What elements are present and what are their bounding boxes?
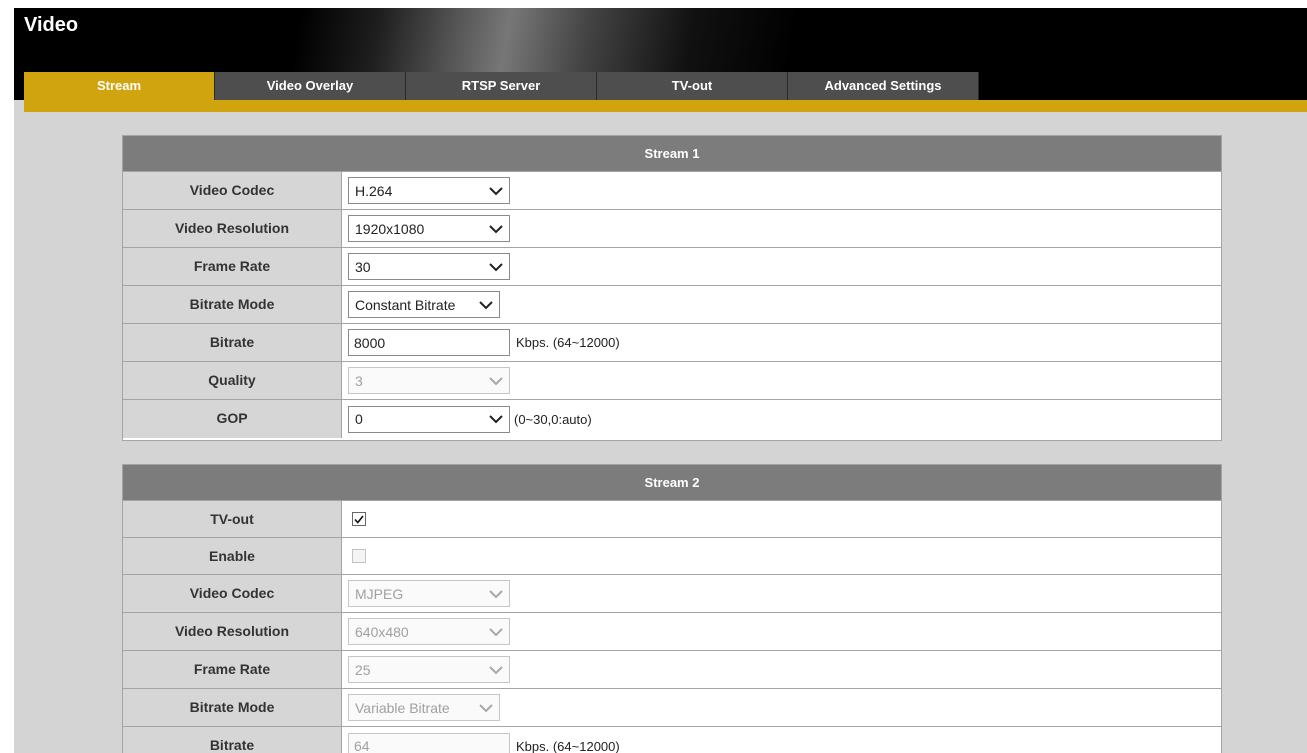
stream2-frame-rate-value: 25 (355, 661, 371, 678)
stream1-video-resolution-select[interactable]: 1920x1080 (348, 215, 510, 242)
stream1-frame-rate-select[interactable]: 30 (348, 253, 510, 280)
stream1-bitrate-row: Bitrate Kbps. (64~12000) (123, 324, 1221, 362)
stream2-frame-rate-select: 25 (348, 656, 510, 683)
chevron-down-icon (479, 703, 493, 712)
stream2-video-codec-value: MJPEG (355, 585, 404, 602)
stream2-enable-row: Enable (123, 538, 1221, 575)
stream2-video-codec-select: MJPEG (348, 580, 510, 607)
stream1-bitrate-input[interactable] (348, 329, 510, 356)
stream2-bitrate-input (348, 732, 510, 753)
tab-rtsp-server[interactable]: RTSP Server (406, 72, 597, 100)
stream1-video-resolution-value: 1920x1080 (355, 220, 425, 237)
stream1-frame-rate-row: Frame Rate 30 (123, 248, 1221, 286)
stream2-title: Stream 2 (123, 465, 1221, 501)
stream1-quality-label: Quality (123, 362, 342, 399)
stream2-bitrate-row: Bitrate Kbps. (64~12000) (123, 727, 1221, 753)
stream1-bitrate-mode-value: Constant Bitrate (355, 296, 456, 313)
stream2-panel: Stream 2 TV-out Enable Video Codec MJPEG (122, 464, 1222, 753)
stream1-quality-row: Quality 3 (123, 362, 1221, 400)
tab-bar: Stream Video Overlay RTSP Server TV-out … (24, 72, 979, 100)
checkmark-icon (354, 515, 364, 524)
stream1-video-resolution-label: Video Resolution (123, 210, 342, 247)
stream2-tv-out-label: TV-out (123, 501, 342, 537)
stream1-quality-value: 3 (355, 372, 363, 389)
stream1-frame-rate-label: Frame Rate (123, 248, 342, 285)
tab-tv-out[interactable]: TV-out (597, 72, 788, 100)
stream2-video-resolution-value: 640x480 (355, 623, 409, 640)
stream2-frame-rate-label: Frame Rate (123, 651, 342, 688)
stream2-video-codec-row: Video Codec MJPEG (123, 575, 1221, 613)
stream1-bitrate-mode-select[interactable]: Constant Bitrate (348, 291, 500, 318)
stream1-quality-select: 3 (348, 367, 510, 394)
chevron-down-icon (489, 627, 503, 636)
stream1-video-resolution-row: Video Resolution 1920x1080 (123, 210, 1221, 248)
tab-video-overlay[interactable]: Video Overlay (215, 72, 406, 100)
stream2-enable-checkbox (352, 549, 366, 563)
stream1-bitrate-hint: Kbps. (64~12000) (516, 335, 620, 350)
stream1-bitrate-mode-label: Bitrate Mode (123, 286, 342, 323)
chevron-down-icon (489, 415, 503, 424)
chevron-down-icon (489, 376, 503, 385)
stream1-bitrate-mode-row: Bitrate Mode Constant Bitrate (123, 286, 1221, 324)
tab-stream[interactable]: Stream (24, 72, 215, 100)
chevron-down-icon (489, 262, 503, 271)
chevron-down-icon (489, 224, 503, 233)
stream2-bitrate-mode-label: Bitrate Mode (123, 689, 342, 726)
stream1-video-codec-label: Video Codec (123, 172, 342, 209)
tab-advanced-settings[interactable]: Advanced Settings (788, 72, 979, 100)
page-title: Video (24, 14, 79, 36)
chevron-down-icon (489, 589, 503, 598)
tab-underline (24, 100, 1307, 112)
stream2-frame-rate-row: Frame Rate 25 (123, 651, 1221, 689)
stream2-tv-out-row: TV-out (123, 501, 1221, 538)
stream1-panel: Stream 1 Video Codec H.264 Video Resolut… (122, 135, 1222, 441)
stream1-gop-label: GOP (123, 400, 342, 438)
stream2-bitrate-mode-select: Variable Bitrate (348, 694, 500, 721)
stream1-gop-row: GOP 0 (0~30,0:auto) (123, 400, 1221, 438)
stream2-enable-label: Enable (123, 538, 342, 574)
stream2-video-resolution-select: 640x480 (348, 618, 510, 645)
stream1-gop-value: 0 (355, 411, 363, 427)
stream2-bitrate-label: Bitrate (123, 727, 342, 753)
stream2-bitrate-mode-value: Variable Bitrate (355, 699, 450, 716)
chevron-down-icon (489, 186, 503, 195)
stream1-video-codec-row: Video Codec H.264 (123, 172, 1221, 210)
stream2-video-resolution-row: Video Resolution 640x480 (123, 613, 1221, 651)
stream1-gop-select[interactable]: 0 (348, 405, 510, 433)
stream1-bitrate-label: Bitrate (123, 324, 342, 361)
stream2-bitrate-hint: Kbps. (64~12000) (516, 738, 620, 753)
chevron-down-icon (479, 300, 493, 309)
stream2-tv-out-checkbox[interactable] (352, 512, 366, 526)
stream1-gop-hint: (0~30,0:auto) (514, 411, 592, 427)
stream2-video-codec-label: Video Codec (123, 575, 342, 612)
chevron-down-icon (489, 665, 503, 674)
stream1-title: Stream 1 (123, 136, 1221, 172)
stream1-frame-rate-value: 30 (355, 258, 371, 275)
stream1-video-codec-select[interactable]: H.264 (348, 177, 510, 204)
video-settings-frame: Video Stream Video Overlay RTSP Server T… (14, 8, 1307, 753)
stream1-video-codec-value: H.264 (355, 182, 393, 199)
stream2-bitrate-mode-row: Bitrate Mode Variable Bitrate (123, 689, 1221, 727)
stream2-video-resolution-label: Video Resolution (123, 613, 342, 650)
